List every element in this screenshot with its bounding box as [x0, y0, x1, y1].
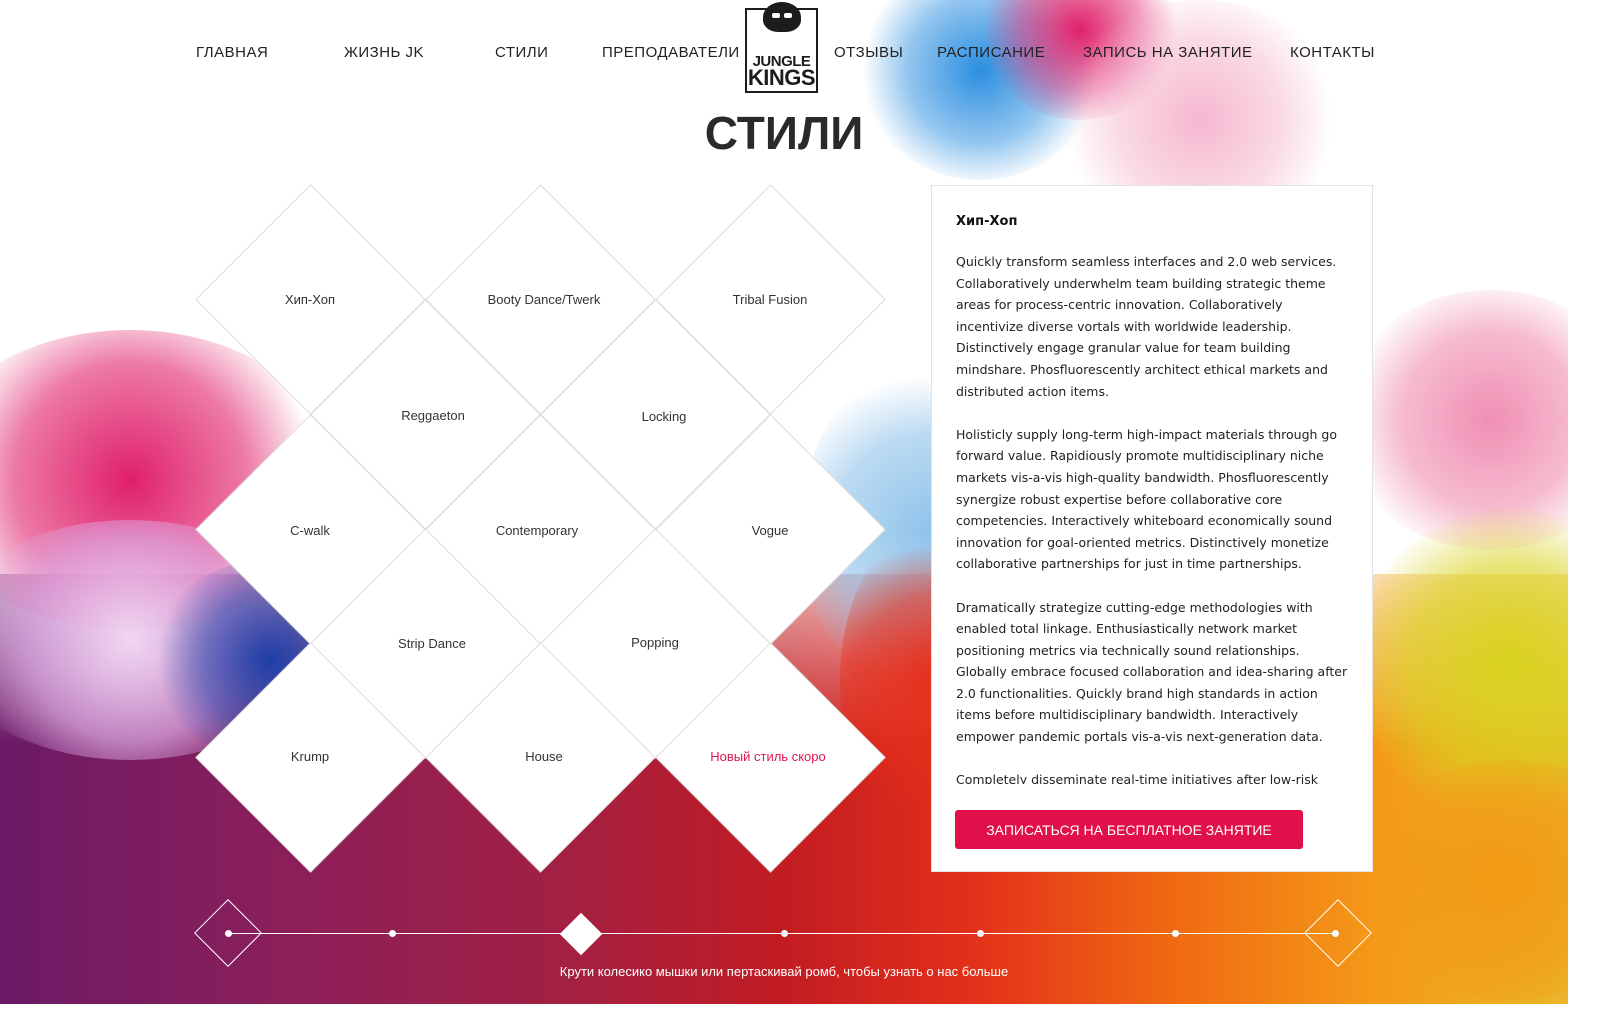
slider-dot[interactable] [225, 930, 232, 937]
logo-line-2: KINGS [747, 65, 816, 91]
nav-link-signup[interactable]: ЗАПИСЬ НА ЗАНЯТИЕ [1083, 44, 1253, 61]
nav-link-reviews[interactable]: ОТЗЫВЫ [834, 44, 903, 61]
slider-dot[interactable] [1332, 930, 1339, 937]
nav-link-teachers[interactable]: ПРЕПОДАВАТЕЛИ [602, 44, 740, 61]
slider-dot[interactable] [977, 930, 984, 937]
gorilla-icon [763, 2, 801, 32]
style-description-panel: Хип-Хоп Quickly transform seamless inter… [931, 185, 1373, 872]
nav-link-home[interactable]: ГЛАВНАЯ [196, 44, 268, 61]
panel-title: Хип-Хоп [956, 214, 1018, 229]
panel-paragraph: Completely disseminate real-time initiat… [956, 772, 1319, 784]
jungle-kings-logo[interactable]: JUNGLE KINGS [745, 2, 818, 93]
style-label-c-walk[interactable]: C-walk [200, 523, 420, 538]
style-label-contemporary[interactable]: Contemporary [427, 523, 647, 538]
slider-dot[interactable] [781, 930, 788, 937]
panel-paragraph: Dramatically strategize cutting-edge met… [956, 599, 1348, 745]
panel-text[interactable]: Quickly transform seamless interfaces an… [956, 251, 1348, 784]
slider-dot[interactable] [1172, 930, 1179, 937]
style-label-hip-hop[interactable]: Хип-Хоп [200, 292, 420, 307]
style-label-reggaeton[interactable]: Reggaeton [323, 408, 543, 423]
slider-dot[interactable] [389, 930, 396, 937]
style-label-tribal-fusion[interactable]: Tribal Fusion [660, 292, 880, 307]
nav-link-contacts[interactable]: КОНТАКТЫ [1290, 44, 1375, 61]
style-label-locking[interactable]: Locking [554, 409, 774, 424]
nav-link-styles[interactable]: СТИЛИ [495, 44, 548, 61]
style-label-popping[interactable]: Popping [545, 635, 765, 650]
style-label-house[interactable]: House [434, 749, 654, 764]
style-label-vogue[interactable]: Vogue [660, 523, 880, 538]
panel-paragraph: Holisticly supply long-term high-impact … [956, 426, 1337, 572]
page-title: СТИЛИ [704, 107, 864, 159]
style-label-booty-dance[interactable]: Booty Dance/Twerk [434, 292, 654, 307]
scroll-hint: Крути колесико мышки или пертаскивай ром… [559, 964, 1009, 979]
nav-link-schedule[interactable]: РАСПИСАНИЕ [937, 44, 1045, 61]
style-label-new-soon[interactable]: Новый стиль скоро [658, 749, 878, 764]
style-label-strip-dance[interactable]: Strip Dance [322, 636, 542, 651]
free-lesson-signup-button[interactable]: ЗАПИСАТЬСЯ НА БЕСПЛАТНОЕ ЗАНЯТИЕ [955, 810, 1303, 849]
panel-paragraph: Quickly transform seamless interfaces an… [956, 254, 1337, 399]
style-label-krump[interactable]: Krump [200, 749, 420, 764]
nav-link-jk-life[interactable]: ЖИЗНЬ JK [344, 44, 424, 61]
